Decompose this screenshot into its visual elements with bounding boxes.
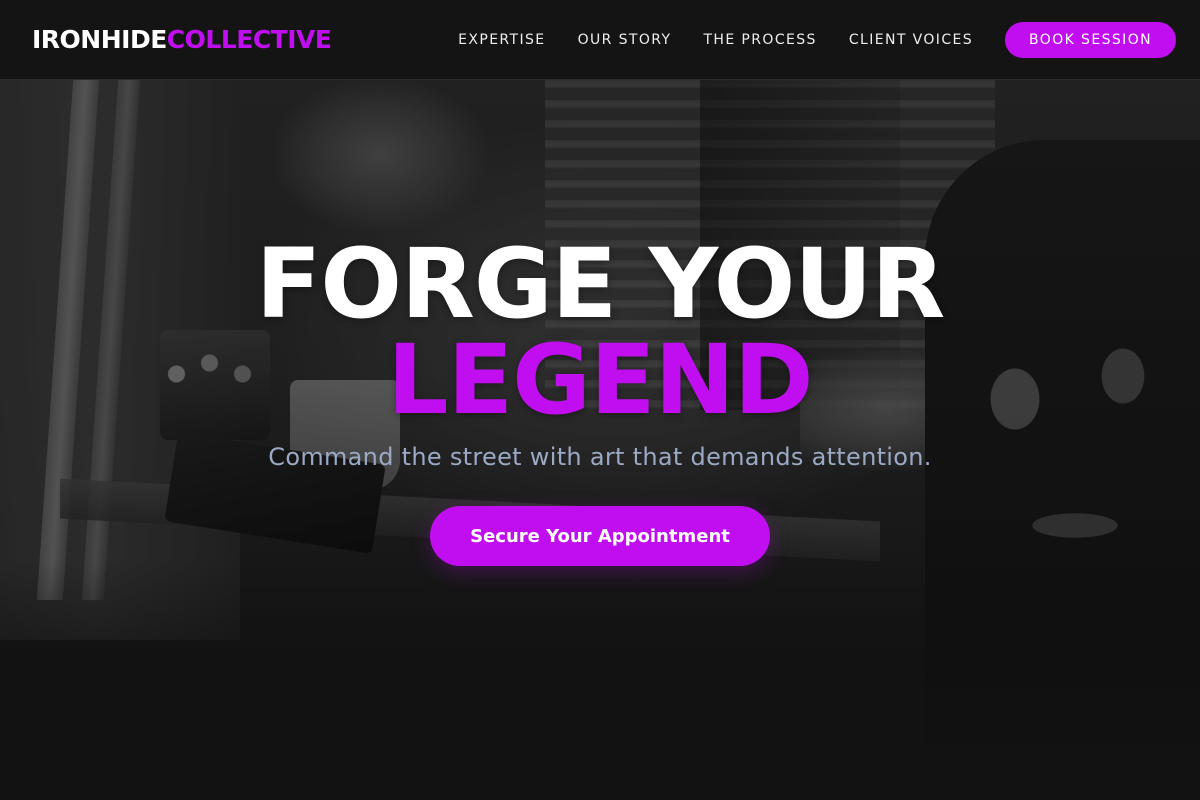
nav-link-client-voices[interactable]: CLIENT VOICES bbox=[849, 32, 973, 48]
hero-headline-line2: LEGEND bbox=[387, 324, 813, 436]
brand-logo[interactable]: IRONHIDECOLLECTIVE bbox=[32, 25, 332, 54]
book-session-button[interactable]: BOOK SESSION bbox=[1005, 21, 1176, 58]
site-header: IRONHIDECOLLECTIVE EXPERTISE OUR STORY T… bbox=[0, 0, 1200, 80]
secure-appointment-button[interactable]: Secure Your Appointment bbox=[430, 506, 770, 566]
hero-subtitle: Command the street with art that demands… bbox=[268, 443, 932, 471]
main-nav: EXPERTISE OUR STORY THE PROCESS CLIENT V… bbox=[458, 21, 1176, 58]
nav-link-our-story[interactable]: OUR STORY bbox=[578, 32, 672, 48]
brand-name-part1: IRONHIDE bbox=[32, 25, 167, 54]
brand-name-part2: COLLECTIVE bbox=[166, 25, 332, 54]
hero-headline-line1: FORGE YOUR bbox=[255, 228, 945, 340]
hero-section: FORGE YOUR LEGEND Command the street wit… bbox=[0, 0, 1200, 800]
nav-link-expertise[interactable]: EXPERTISE bbox=[458, 32, 545, 48]
nav-link-the-process[interactable]: THE PROCESS bbox=[703, 32, 816, 48]
